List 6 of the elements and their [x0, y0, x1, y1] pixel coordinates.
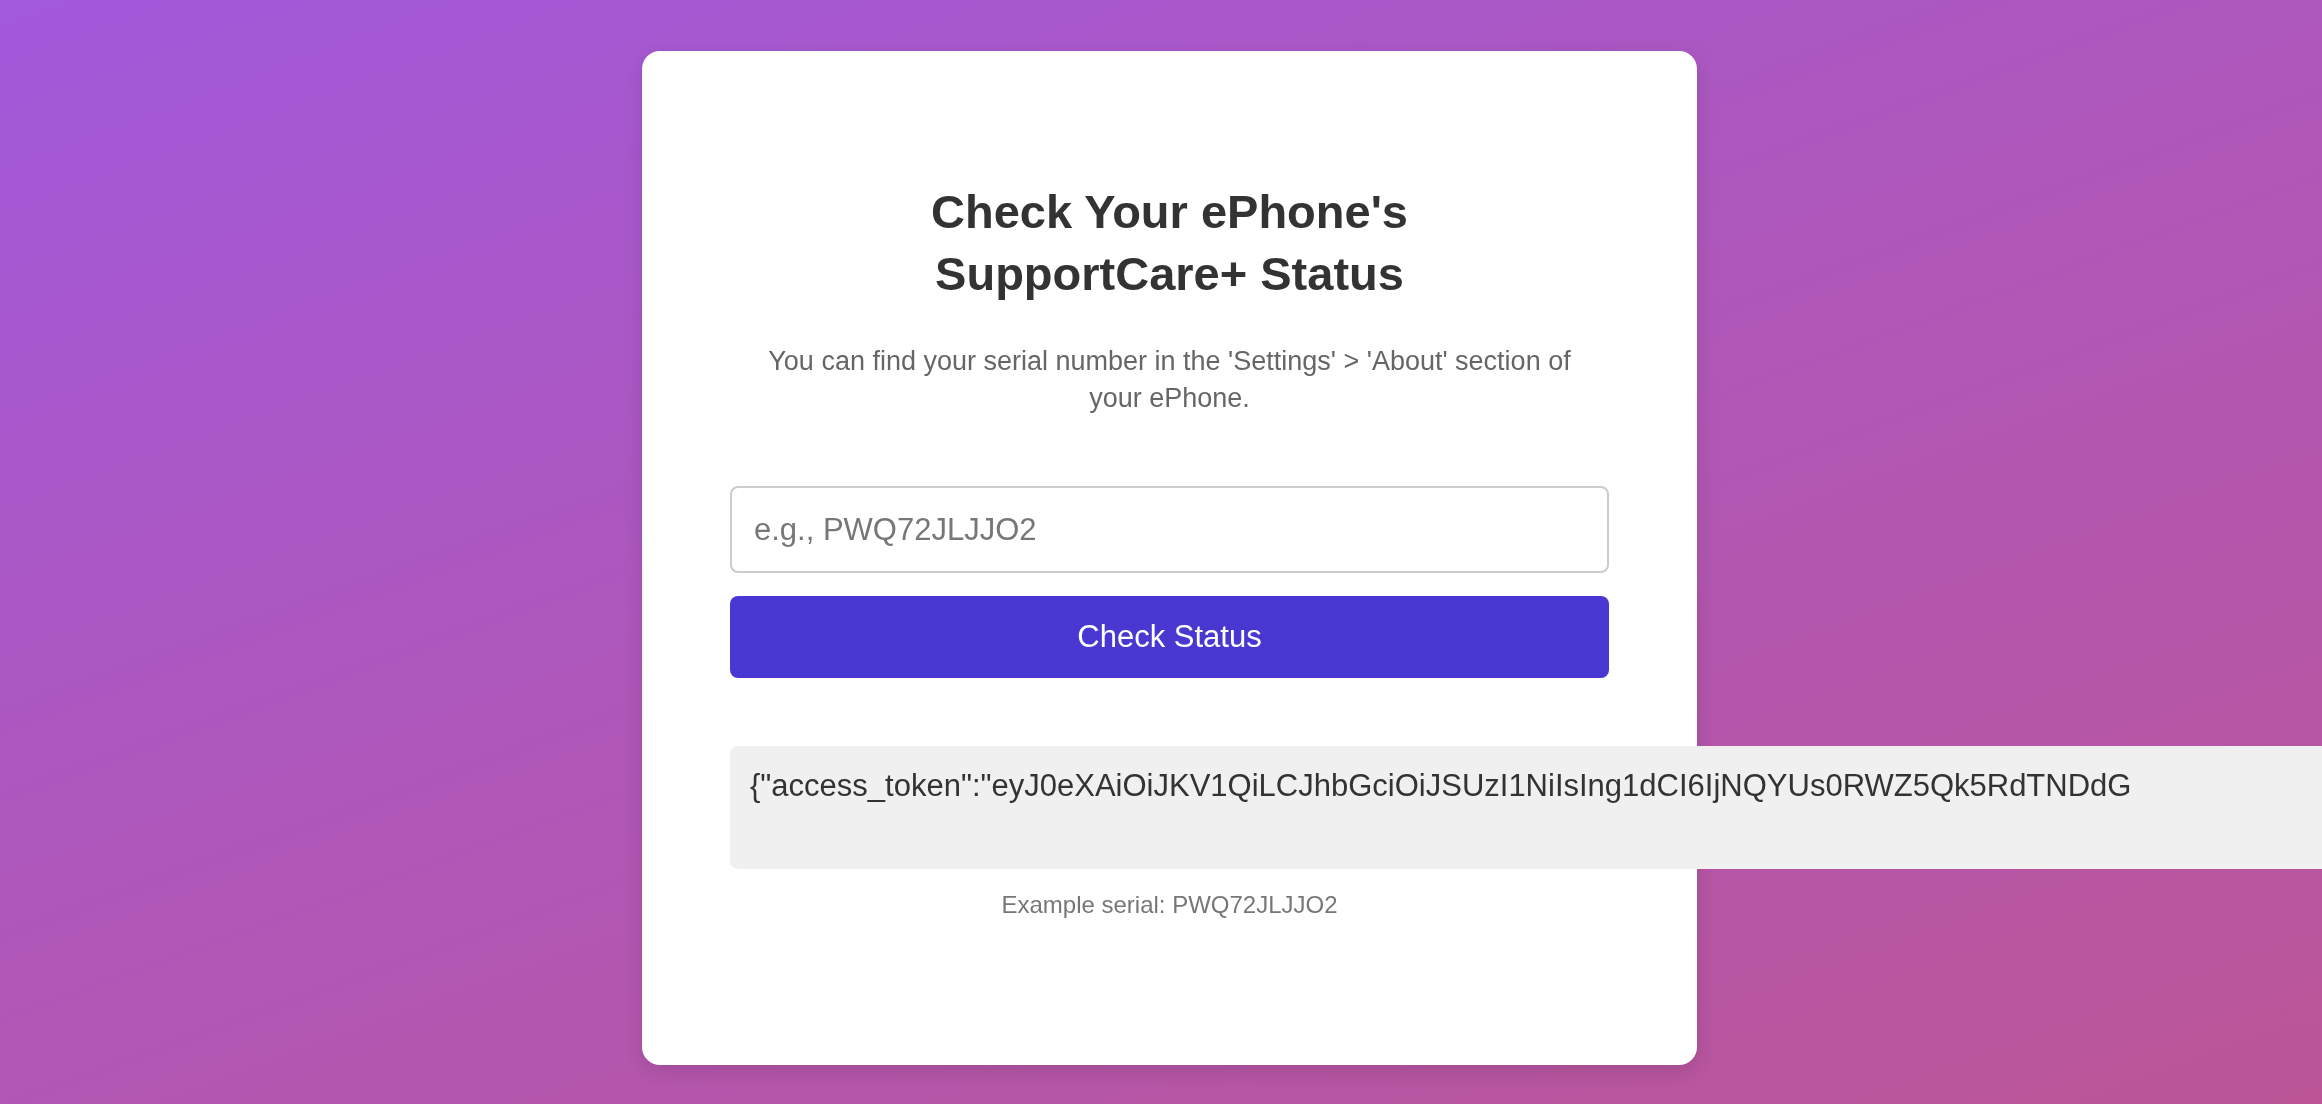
check-status-button[interactable]: Check Status	[730, 596, 1609, 678]
serial-input-field[interactable]: e.g., PWQ72JLJJO2	[730, 486, 1609, 573]
instruction-text: You can find your serial number in the 'Settings' > 'About' section of your ePhone.	[767, 345, 1572, 415]
example-serial-text: Example serial: PWQ72JLJJO2	[1001, 891, 1338, 919]
page-title: Check Your ePhone's SupportCare+ Status	[930, 184, 1409, 302]
result-output: {"access_token":"eyJ0eXAiOiJKV1QiLCJhbGciOiJSUzI1NiIsIng1dCI6IjNQYUs0RWZ5Qk5RdTNDdG	[730, 746, 2322, 869]
